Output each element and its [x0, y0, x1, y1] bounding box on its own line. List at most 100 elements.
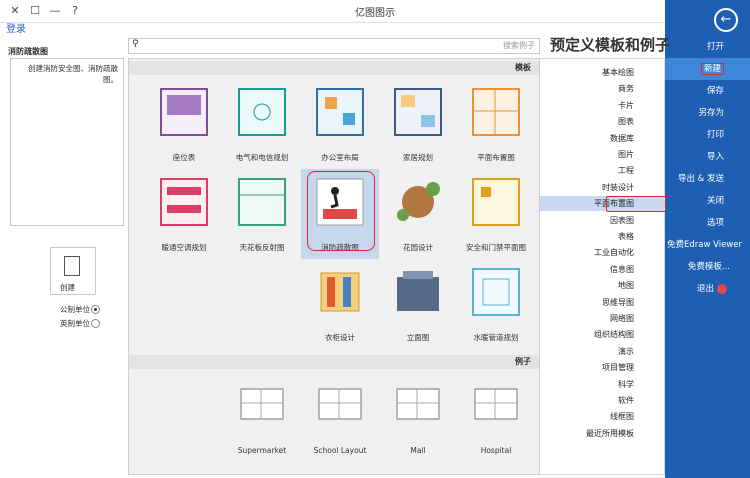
nav-export[interactable]: 导出 & 发送 — [665, 168, 750, 190]
example-thumbnail — [240, 388, 284, 420]
new-document-icon — [64, 256, 80, 276]
template-tile[interactable]: 安全和门禁平面图 — [457, 169, 535, 259]
imperial-label: 英制单位 — [60, 319, 90, 328]
create-label: 创建 — [60, 283, 75, 292]
category-item[interactable]: 图表 — [540, 114, 664, 129]
category-item[interactable]: 信息图 — [540, 262, 664, 277]
template-label: 天花板反射图 — [239, 243, 285, 252]
category-item[interactable]: 地图 — [540, 278, 664, 293]
template-label: 暖通空调规划 — [161, 243, 207, 252]
nav-import[interactable]: 导入 — [665, 146, 750, 168]
nav-new-label: 新建 — [700, 63, 724, 75]
example-thumbnail — [474, 388, 518, 420]
category-highlight — [606, 196, 666, 212]
category-item[interactable]: 网络图 — [540, 311, 664, 326]
nav-open[interactable]: 打开 — [665, 36, 750, 58]
template-tile[interactable]: 座位表 — [145, 79, 223, 169]
template-label: 水暖管道规划 — [473, 333, 519, 342]
window-title: 亿图图示 — [355, 8, 395, 19]
example-thumbnail — [396, 388, 440, 420]
category-item[interactable]: 软件 — [540, 393, 664, 408]
nav-new[interactable]: 新建 — [665, 58, 750, 80]
template-tile[interactable]: 花园设计 — [379, 169, 457, 259]
category-item[interactable]: 工程 — [540, 163, 664, 178]
template-tile[interactable]: 水暖管道规划 — [457, 259, 535, 349]
template-label: 平面布置图 — [477, 153, 515, 162]
category-item[interactable]: 因表图 — [540, 213, 664, 228]
template-label: 办公室布局 — [321, 153, 359, 162]
nav-save[interactable]: 保存 — [665, 80, 750, 102]
template-thumbnail — [160, 88, 208, 136]
nav-viewer[interactable]: 免费Edraw Viewer — [665, 234, 750, 256]
category-item[interactable]: 科学 — [540, 377, 664, 392]
template-thumbnail — [316, 88, 364, 136]
template-thumbnail — [397, 271, 439, 311]
template-label: 花园设计 — [403, 243, 433, 252]
metric-label: 公制单位 — [60, 305, 90, 314]
template-tile[interactable]: 电气和电信规划 — [223, 79, 301, 169]
template-thumbnail — [394, 88, 442, 136]
nav-free-templates[interactable]: 免费模板... — [665, 256, 750, 278]
section-templates: 模板 — [129, 61, 539, 75]
metric-radio[interactable] — [91, 305, 100, 314]
category-item[interactable]: 基本绘图 — [540, 65, 664, 80]
category-item[interactable]: 时装设计 — [540, 180, 664, 195]
example-tile[interactable]: School Layout — [301, 371, 379, 461]
template-thumbnail — [238, 88, 286, 136]
search-input[interactable]: 搜索例子 ⚲ — [128, 38, 540, 54]
template-tile[interactable]: 衣柜设计 — [301, 259, 379, 349]
search-placeholder: 搜索例子 — [503, 41, 535, 50]
nav-options[interactable]: 选项 — [665, 212, 750, 234]
minimize-icon[interactable]: — — [44, 2, 66, 20]
template-thumbnail — [472, 178, 520, 226]
example-tile[interactable]: Supermarket — [223, 371, 301, 461]
category-item[interactable]: 项目管理 — [540, 360, 664, 375]
template-thumbnail — [472, 268, 520, 316]
template-tile[interactable]: 办公室布局 — [301, 79, 379, 169]
template-thumbnail — [320, 272, 360, 312]
example-tile[interactable]: Hospital — [457, 371, 535, 461]
category-item[interactable]: 线框图 — [540, 409, 664, 424]
example-label: Supermarket — [237, 446, 287, 455]
template-tile[interactable]: 暖通空调规划 — [145, 169, 223, 259]
category-item[interactable]: 图片 — [540, 147, 664, 162]
template-label: 立面图 — [406, 333, 430, 342]
nav-close[interactable]: 关闭 — [665, 190, 750, 212]
template-tile[interactable]: 天花板反射图 — [223, 169, 301, 259]
back-arrow-icon[interactable]: ← — [714, 8, 738, 32]
category-item[interactable]: 工业自动化 — [540, 245, 664, 260]
category-item[interactable]: 卡片 — [540, 98, 664, 113]
title-bar: 亿图图示 — [0, 0, 750, 23]
template-label: 电气和电信规划 — [235, 153, 289, 162]
search-icon[interactable]: ⚲ — [132, 39, 139, 49]
template-thumbnail — [238, 178, 286, 226]
login-link[interactable]: 登录 — [6, 20, 26, 35]
help-icon[interactable]: ? — [64, 2, 86, 20]
maximize-icon[interactable]: ☐ — [24, 2, 46, 20]
category-item[interactable]: 演示 — [540, 344, 664, 359]
template-tile[interactable]: 家居规划 — [379, 79, 457, 169]
category-item[interactable]: 数据库 — [540, 131, 664, 146]
nav-exit[interactable]: 退出 — [665, 278, 750, 300]
nav-print[interactable]: 打印 — [665, 124, 750, 146]
template-tile[interactable]: 平面布置图 — [457, 79, 535, 169]
category-list: 基本绘图 商务 卡片 图表 数据库 图片 工程 时装设计 平面布置图 因表图 表格 工业自动化 信息图地… — [539, 58, 665, 475]
category-item[interactable]: 商务 — [540, 81, 664, 96]
example-tile[interactable]: Mall — [379, 371, 457, 461]
example-label: Hospital — [480, 446, 512, 455]
template-thumbnail — [397, 182, 440, 221]
nav-save-as[interactable]: 另存为 — [665, 102, 750, 124]
template-label: 安全和门禁平面图 — [466, 243, 526, 252]
exit-icon — [717, 284, 727, 294]
selected-tile-highlight — [307, 171, 375, 251]
category-item[interactable]: 表格 — [540, 229, 664, 244]
backstage-nav: ← 打开 新建 保存 另存为 打印 导入 导出 & 发送 关闭 选项 免费Edr… — [665, 0, 750, 478]
page-title: 预定义模板和例子 — [550, 36, 671, 54]
close-icon[interactable]: ✕ — [4, 2, 26, 20]
category-item[interactable]: 最近所用模板 — [540, 426, 664, 441]
category-item[interactable]: 思维导图 — [540, 295, 664, 310]
category-item[interactable]: 组织结构图 — [540, 327, 664, 342]
imperial-radio[interactable] — [91, 319, 100, 328]
template-description: 创建消防安全图、消防疏散图。 — [28, 64, 118, 84]
template-tile[interactable]: 立面图 — [379, 259, 457, 349]
